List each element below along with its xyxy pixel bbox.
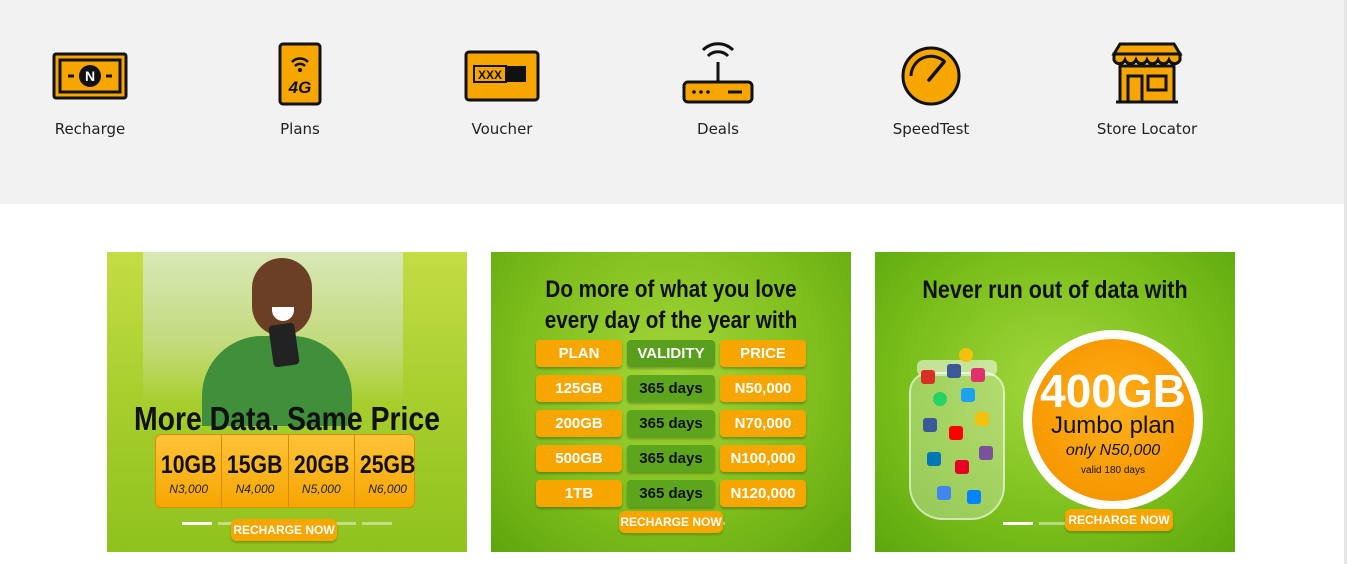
- bundle-price: N6,000: [368, 482, 407, 496]
- column-header-validity: VALIDITY: [627, 340, 715, 367]
- bundle-item: 15GB N4,000: [222, 435, 289, 507]
- quicklink-speedtest-label: SpeedTest: [892, 120, 970, 138]
- bundle-item: 20GB N5,000: [289, 435, 355, 507]
- plan-name: Jumbo plan: [1050, 412, 1176, 439]
- pinterest-icon: [955, 460, 969, 474]
- emoji-icon: [959, 348, 973, 362]
- bundle-price: N3,000: [169, 482, 208, 496]
- gmail-icon: [921, 370, 935, 384]
- viber-icon: [979, 446, 993, 460]
- quicklink-store-locator-label: Store Locator: [1096, 120, 1198, 138]
- recharge-now-button[interactable]: RECHARGE NOW: [619, 511, 723, 533]
- banner-headline: Do more of what you love every day of th…: [544, 276, 798, 334]
- bundle-size: 25GB: [359, 451, 416, 479]
- bundle-item: 10GB N3,000: [156, 435, 223, 507]
- carousel-dot[interactable]: [1003, 522, 1033, 525]
- facebook-icon: [947, 364, 961, 378]
- banner-more-data[interactable]: More Data. Same Price 10GB N3,000 15GB N…: [107, 252, 467, 552]
- bundle-size: 15GB: [227, 451, 283, 479]
- svg-text:XXX: XXX: [478, 68, 502, 82]
- snapchat-icon: [975, 412, 989, 426]
- quicklink-plans[interactable]: 4G Plans: [220, 40, 380, 138]
- quicklink-plans-label: Plans: [280, 120, 320, 138]
- carousel-dot[interactable]: [182, 522, 212, 525]
- validity-cell: 365 days: [627, 410, 715, 437]
- price-cell: N100,000: [720, 445, 806, 472]
- plan-cell: 500GB: [536, 445, 622, 472]
- chrome-icon: [937, 486, 951, 500]
- table-header-row: PLAN VALIDITY PRICE: [536, 340, 806, 367]
- table-row: 500GB 365 days N100,000: [536, 445, 806, 472]
- quicklink-deals[interactable]: Deals: [638, 40, 798, 138]
- svg-text:N: N: [85, 68, 95, 84]
- store-icon: [1111, 42, 1183, 104]
- messenger-icon: [967, 490, 981, 504]
- carousel-dot[interactable]: [362, 522, 392, 525]
- router-icon: [682, 42, 754, 104]
- banner-headline: Never run out of data with: [922, 276, 1188, 304]
- youtube-icon: [949, 426, 963, 440]
- quicklink-voucher-label: Voucher: [471, 120, 533, 138]
- price-cell: N50,000: [720, 375, 806, 402]
- bundle-price-box: 10GB N3,000 15GB N4,000 20GB N5,000 25GB…: [155, 434, 415, 508]
- quicklinks-bar: N Recharge 4G Plans XXX Voucher Deals Sp…: [0, 0, 1347, 204]
- plans-table: PLAN VALIDITY PRICE 125GB 365 days N50,0…: [536, 340, 806, 515]
- instagram-icon: [971, 368, 985, 382]
- quicklink-recharge[interactable]: N Recharge: [10, 40, 170, 138]
- recharge-now-button[interactable]: RECHARGE NOW: [231, 519, 337, 541]
- recharge-icon: N: [52, 52, 128, 100]
- bundle-price: N4,000: [235, 482, 275, 496]
- quicklink-speedtest[interactable]: SpeedTest: [851, 40, 1011, 138]
- price-cell: N120,000: [720, 480, 806, 507]
- twitter-icon: [961, 388, 975, 402]
- table-row: 125GB 365 days N50,000: [536, 375, 806, 402]
- bundle-item: 25GB N6,000: [355, 435, 420, 507]
- voucher-icon: XXX: [464, 50, 540, 102]
- bundle-size: 10GB: [160, 451, 217, 479]
- plan-cell: 125GB: [536, 375, 622, 402]
- banner-headline: More Data. Same Price: [133, 400, 441, 437]
- quicklink-recharge-label: Recharge: [54, 120, 126, 138]
- price-cell: N70,000: [720, 410, 806, 437]
- table-row: 1TB 365 days N120,000: [536, 480, 806, 507]
- quicklink-voucher[interactable]: XXX Voucher: [422, 40, 582, 138]
- plan-cell: 200GB: [536, 410, 622, 437]
- plans-icon: 4G: [278, 42, 322, 106]
- validity-cell: 365 days: [627, 480, 715, 507]
- bundle-size: 20GB: [293, 451, 350, 479]
- plan-price: only N50,000: [1065, 442, 1161, 459]
- validity-cell: 365 days: [627, 375, 715, 402]
- recharge-now-button[interactable]: RECHARGE NOW: [1065, 509, 1173, 531]
- validity-cell: 365 days: [627, 445, 715, 472]
- facebook-icon: [923, 418, 937, 432]
- svg-text:4G: 4G: [288, 78, 312, 97]
- quicklink-deals-label: Deals: [697, 120, 739, 138]
- quicklink-store-locator[interactable]: Store Locator: [1067, 40, 1227, 138]
- plan-size: 400GB: [1040, 365, 1186, 417]
- table-row: 200GB 365 days N70,000: [536, 410, 806, 437]
- column-header-price: PRICE: [720, 340, 806, 367]
- banner-jumbo-plan[interactable]: Never run out of data with 400GB Jumbo p…: [875, 252, 1235, 552]
- column-header-plan: PLAN: [536, 340, 622, 367]
- speedometer-icon: [901, 46, 961, 106]
- bundle-price: N5,000: [301, 482, 341, 496]
- banner-annual-plans[interactable]: Do more of what you love every day of th…: [491, 252, 851, 552]
- linkedin-icon: [927, 452, 941, 466]
- plan-validity: valid 180 days: [1081, 465, 1145, 476]
- whatsapp-icon: [933, 392, 947, 406]
- plan-cell: 1TB: [536, 480, 622, 507]
